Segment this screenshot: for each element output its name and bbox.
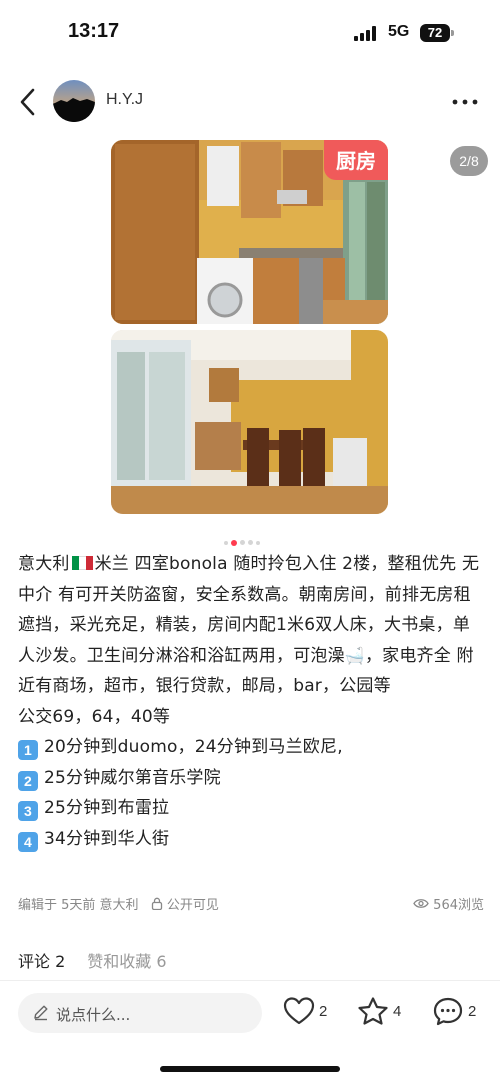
status-time: 13:17 [68,20,120,42]
bus-info: 公交69，64，40等 [18,706,171,727]
route-text: 20分钟到duomo，24分钟到马兰欧尼, [44,737,343,757]
keycap-2-icon: 2 [18,770,38,791]
carousel-dots [224,532,263,546]
divider [0,980,500,981]
favorite-count: 4 [393,1003,402,1020]
view-count: 564浏览 [433,898,484,913]
lock-icon [151,897,162,911]
eye-icon [413,899,429,908]
post-meta: 编辑于 5天前 意大利 公开可见 564浏览 [18,894,484,914]
avatar[interactable] [53,80,95,122]
image-carousel[interactable]: 厨房 2/8 [0,138,500,546]
bathtub-icon: 🛁 [344,645,365,665]
post-content: 意大利 米兰 四室bonola 随时拎包入住 2楼，整租优先 无中介 有可开关防盗… [18,549,484,854]
route-item: 3 25分钟到布雷拉 [18,793,484,824]
pencil-icon [34,1005,48,1021]
comment-button[interactable]: 2 [432,996,482,1028]
comment-input[interactable]: 说点什么... [18,993,262,1033]
kitchen-photo-top: 厨房 [111,140,388,324]
keycap-4-icon: 4 [18,831,38,852]
comment-bubble-icon [433,997,463,1026]
route-item: 1 20分钟到duomo，24分钟到马兰欧尼, [18,732,484,763]
comment-tabs: 评论 2 赞和收藏 6 [18,948,167,971]
post-description: 意大利 米兰 四室bonola 随时拎包入住 2楼，整租优先 无中介 有可开关防盗… [18,549,484,702]
dining-photo-bottom [111,330,388,514]
carousel-dot[interactable] [224,540,228,545]
signal-icon [354,25,380,41]
edited-info: 编辑于 5天前 意大利 [18,898,139,913]
battery-icon: 72 [420,24,454,42]
carousel-dot[interactable] [248,540,253,545]
status-bar: 13:17 5G 72 [0,0,500,66]
visibility-label: 公开可见 [166,898,219,913]
post-header: H.Y.J [0,78,500,126]
route-text: 34分钟到华人街 [44,828,170,849]
favorite-button[interactable]: 4 [357,996,407,1028]
page-indicator: 2/8 [450,146,488,176]
route-item: 2 25分钟威尔第音乐学院 [18,763,484,794]
room-tag: 厨房 [324,140,388,180]
author-name[interactable]: H.Y.J [106,91,143,109]
italy-flag-icon [71,550,93,570]
route-text: 25分钟到布雷拉 [44,798,170,818]
keycap-3-icon: 3 [18,801,38,821]
more-dots-icon[interactable] [448,90,482,114]
like-button[interactable]: 2 [283,996,333,1028]
home-indicator [160,1066,340,1072]
tab-likes-favorites[interactable]: 赞和收藏 6 [87,952,166,971]
comment-placeholder: 说点什么... [56,1006,131,1024]
carousel-dot[interactable] [240,540,245,545]
comment-count: 2 [468,1003,477,1020]
carousel-dot[interactable] [256,540,260,545]
star-icon [358,997,388,1025]
tab-comments[interactable]: 评论 2 [18,952,65,971]
battery-level: 72 [420,24,450,42]
network-type: 5G [388,23,410,40]
bottom-action-bar: 说点什么... 2 4 2 [0,990,500,1050]
like-count: 2 [319,1003,328,1020]
chevron-left-icon[interactable] [14,86,42,118]
route-item: 4 34分钟到华人街 [18,824,484,855]
route-text: 25分钟威尔第音乐学院 [44,767,221,788]
keycap-1-icon: 1 [18,740,38,760]
heart-icon [283,997,315,1025]
description-text: 意大利 [18,554,70,574]
carousel-dot-active[interactable] [231,539,237,546]
